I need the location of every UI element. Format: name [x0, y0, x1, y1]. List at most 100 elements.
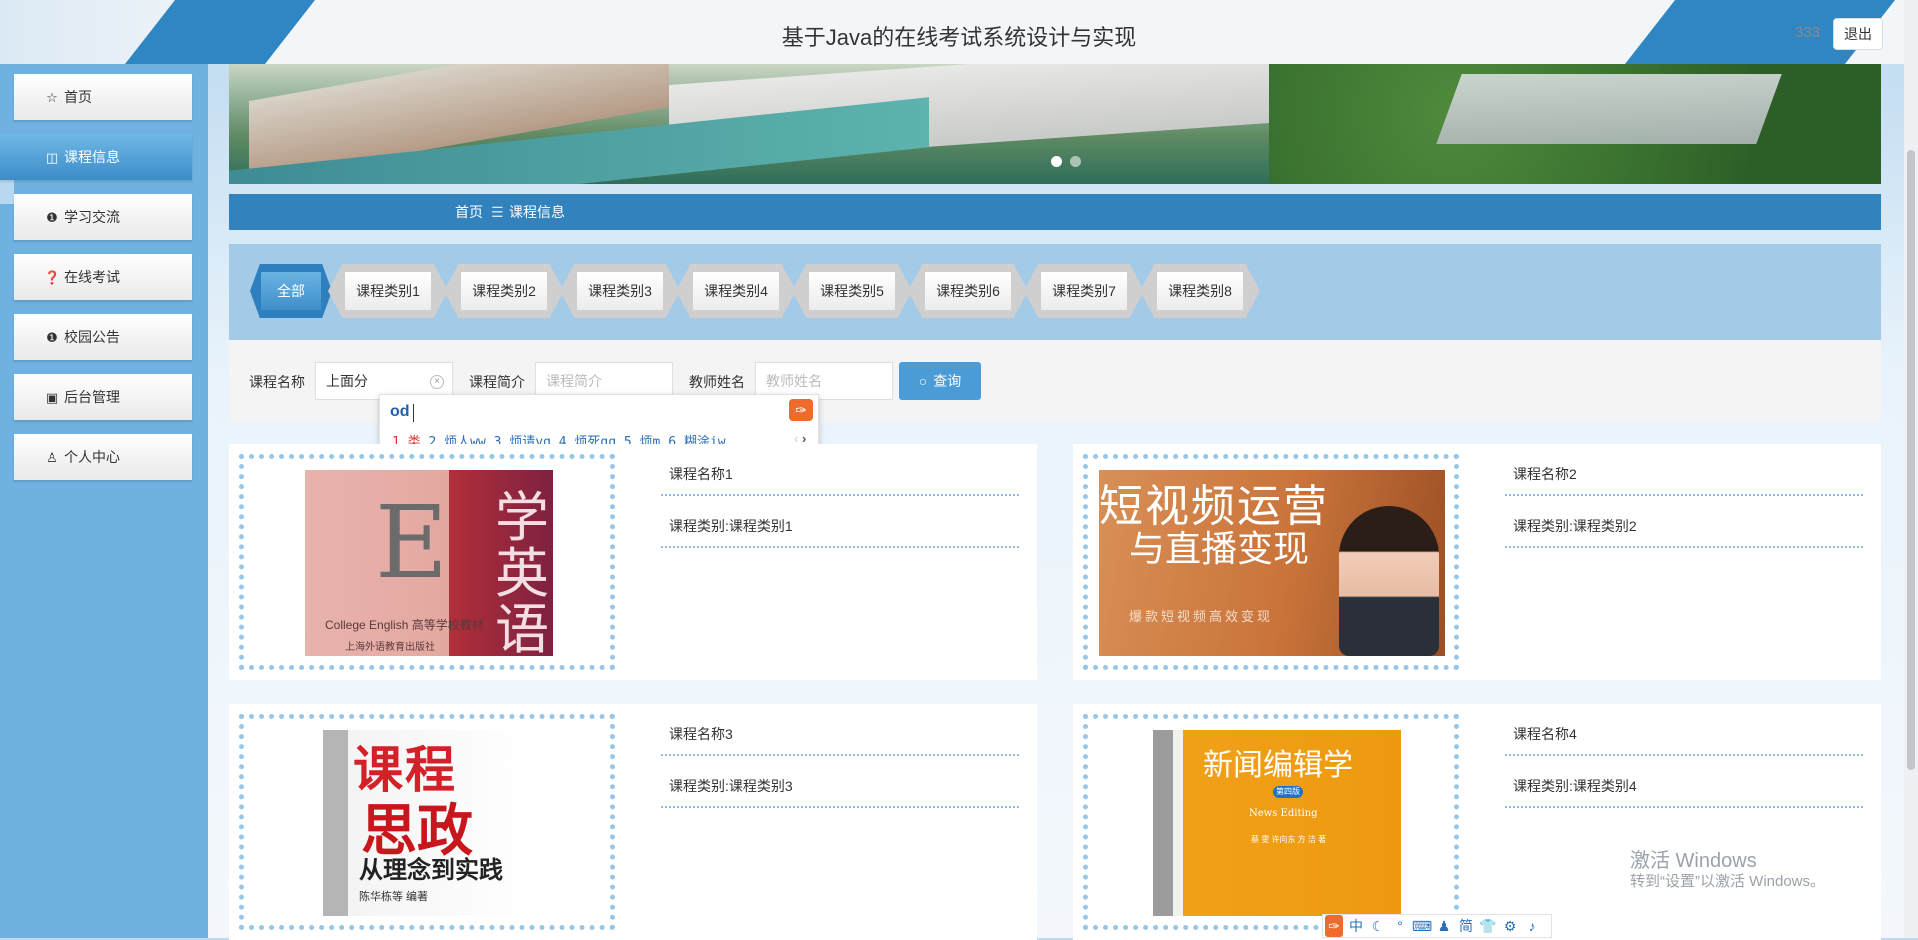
divider	[661, 806, 1019, 808]
course-category: 课程类别:课程类别4	[1513, 778, 1637, 794]
tab-label: 课程类别4	[692, 272, 780, 310]
divider	[661, 546, 1019, 548]
question-circle-icon: ❓	[44, 270, 61, 285]
cover-text: 新闻编辑学	[1203, 748, 1353, 783]
course-intro-label: 课程简介	[469, 374, 525, 390]
cover-portrait	[1339, 506, 1439, 656]
sidebar-item-course-info[interactable]: ◫ 课程信息	[0, 134, 192, 180]
moon-icon[interactable]: ☾	[1367, 915, 1389, 937]
tab-label: 课程类别1	[344, 272, 432, 310]
divider	[1505, 754, 1863, 756]
chinese-mode-icon[interactable]: 中	[1345, 915, 1367, 937]
scrollbar-thumb[interactable]	[1907, 150, 1915, 770]
windows-activation-title: 激活 Windows	[1630, 850, 1757, 872]
course-cover-image[interactable]: E 学英语 College English 高等学校教材 上海外语教育出版社	[305, 470, 553, 656]
sidebar-item-label: 在线考试	[64, 269, 120, 285]
sidebar-item-label: 个人中心	[64, 449, 120, 465]
cover-text: 陈华栋等 编著	[359, 891, 429, 903]
breadcrumb-home[interactable]: 首页	[455, 194, 483, 230]
sidebar: ☆ 首页 ◫ 课程信息 ❶ 学习交流 ❓ 在线考试 ❶ 校园公告 ▣ 后台管理 ♙ 个人中心	[0, 64, 208, 938]
text-caret	[413, 404, 414, 422]
tab-category-2[interactable]: 课程类别2	[444, 264, 564, 318]
course-card[interactable]: 课程 思政 从理念到实践 陈华栋等 编著 课程名称3 课程类别:课程类别3	[229, 704, 1037, 940]
sidebar-item-label: 课程信息	[64, 149, 120, 165]
cover-text: 学英语	[495, 486, 549, 657]
divider	[661, 494, 1019, 496]
clear-icon[interactable]: ×	[430, 375, 444, 389]
breadcrumb-separator-icon: ☰	[491, 204, 504, 220]
cover-text: E	[375, 484, 448, 601]
course-category: 课程类别:课程类别3	[669, 778, 793, 794]
logout-button[interactable]: 退出	[1833, 18, 1883, 50]
sidebar-item-label: 校园公告	[64, 329, 120, 345]
sidebar-item-label: 首页	[64, 89, 92, 105]
star-icon: ☆	[46, 90, 58, 105]
cover-text: 第四版	[1273, 786, 1303, 798]
tab-all[interactable]: 全部	[250, 264, 332, 318]
course-name: 课程名称3	[669, 726, 733, 742]
banner-roof	[1436, 74, 1782, 144]
sidebar-item-campus-notice[interactable]: ❶ 校园公告	[14, 314, 192, 360]
tab-label: 课程类别3	[576, 272, 664, 310]
tab-category-7[interactable]: 课程类别7	[1024, 264, 1144, 318]
cover-text: 从理念到实践	[359, 857, 503, 884]
sidebar-item-online-exam[interactable]: ❓ 在线考试	[14, 254, 192, 300]
divider	[1505, 546, 1863, 548]
carousel-dot-1[interactable]	[1051, 156, 1062, 167]
sidebar-item-admin[interactable]: ▣ 后台管理	[14, 374, 192, 420]
sidebar-item-study-exchange[interactable]: ❶ 学习交流	[14, 194, 192, 240]
simplified-icon[interactable]: 简	[1455, 915, 1477, 937]
course-name: 课程名称1	[669, 466, 733, 482]
punctuation-icon[interactable]: °	[1389, 915, 1411, 937]
settings-icon[interactable]: ⚙	[1499, 915, 1521, 937]
tab-label: 课程类别7	[1040, 272, 1128, 310]
username-label: 333	[1795, 24, 1821, 41]
user-icon[interactable]: ♟	[1433, 915, 1455, 937]
course-name: 课程名称2	[1513, 466, 1577, 482]
info-icon: ❶	[46, 330, 58, 345]
search-button[interactable]: ○ 查询	[899, 362, 981, 400]
tab-category-5[interactable]: 课程类别5	[792, 264, 912, 318]
course-cover-image[interactable]: 课程 思政 从理念到实践 陈华栋等 编著	[323, 730, 531, 916]
course-cover-image[interactable]: 新闻编辑学 第四版 News Editing 蔡 雯 许向东 方 洁 著	[1153, 730, 1401, 916]
tiktok-icon[interactable]: ♪	[1521, 915, 1543, 937]
ime-composition: od	[390, 403, 410, 420]
search-icon: ○	[918, 373, 928, 389]
course-name: 课程名称4	[1513, 726, 1577, 742]
tab-category-1[interactable]: 课程类别1	[328, 264, 448, 318]
site-title: 基于Java的在线考试系统设计与实现	[781, 25, 1137, 50]
carousel-dot-2[interactable]	[1070, 156, 1081, 167]
ime-logo-icon[interactable]: ✑	[1325, 915, 1343, 937]
divider	[661, 754, 1019, 756]
tab-category-3[interactable]: 课程类别3	[560, 264, 680, 318]
course-category: 课程类别:课程类别1	[669, 518, 793, 534]
sidebar-item-home[interactable]: ☆ 首页	[14, 74, 192, 120]
course-card[interactable]: 短视频运营 与直播变现 爆款短视频高效变现 课程名称2 课程类别:课程类别2	[1073, 444, 1881, 680]
course-cover-image[interactable]: 短视频运营 与直播变现 爆款短视频高效变现	[1099, 470, 1445, 656]
sidebar-item-personal-center[interactable]: ♙ 个人中心	[14, 434, 192, 480]
keyboard-icon[interactable]: ⌨	[1411, 915, 1433, 937]
breadcrumb-current: 课程信息	[509, 204, 565, 220]
tab-category-4[interactable]: 课程类别4	[676, 264, 796, 318]
sidebar-item-label: 后台管理	[64, 389, 120, 405]
tab-label: 全部	[261, 272, 321, 310]
tab-label: 课程类别6	[924, 272, 1012, 310]
user-icon: ♙	[46, 450, 58, 465]
tab-label: 课程类别5	[808, 272, 896, 310]
ime-logo-icon[interactable]: ✑	[789, 399, 813, 421]
cover-text: 上海外语教育出版社	[345, 642, 435, 653]
cover-text: News Editing	[1249, 808, 1318, 819]
course-card[interactable]: 新闻编辑学 第四版 News Editing 蔡 雯 许向东 方 洁 著 课程名…	[1073, 704, 1881, 940]
teacher-name-label: 教师姓名	[689, 374, 745, 390]
course-name-label: 课程名称	[249, 374, 305, 390]
tab-category-8[interactable]: 课程类别8	[1140, 264, 1260, 318]
divider	[1505, 806, 1863, 808]
cover-text: 与直播变现	[1129, 528, 1310, 569]
skin-icon[interactable]: 👕	[1477, 915, 1499, 937]
cover-text: 蔡 雯 许向东 方 洁 著	[1251, 835, 1327, 844]
briefcase-icon: ▣	[45, 390, 59, 405]
course-card[interactable]: E 学英语 College English 高等学校教材 上海外语教育出版社 课…	[229, 444, 1037, 680]
cover-text: 爆款短视频高效变现	[1129, 609, 1274, 624]
tab-category-6[interactable]: 课程类别6	[908, 264, 1028, 318]
sidebar-item-label: 学习交流	[64, 209, 120, 225]
